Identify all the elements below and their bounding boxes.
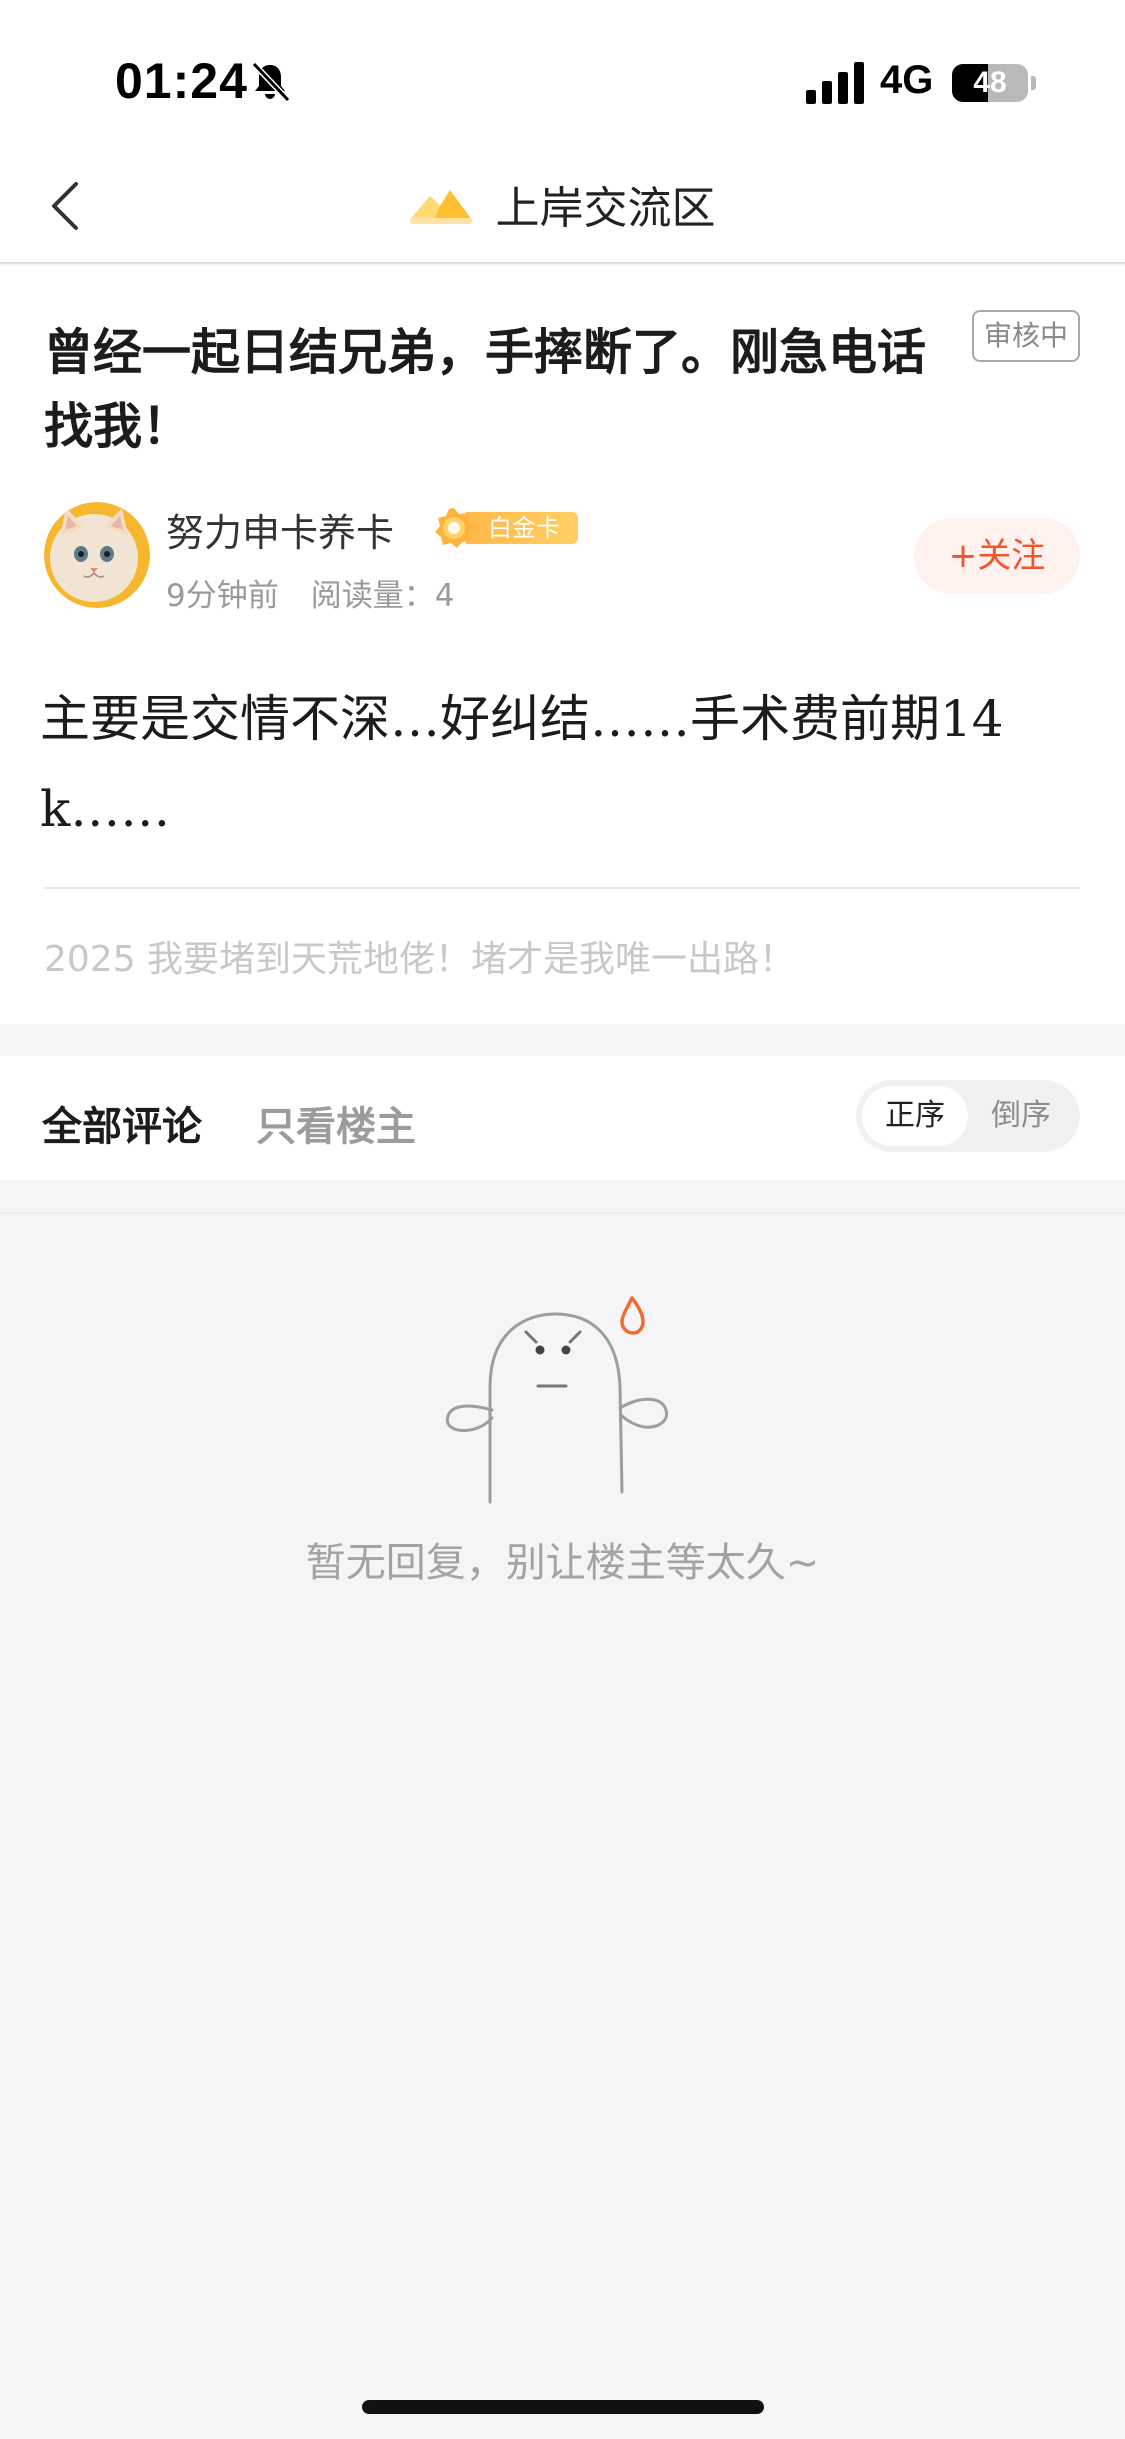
status-bar: 01:24 4G 48: [0, 0, 1125, 150]
member-level-badge: 白金卡: [432, 506, 578, 550]
nav-title-group: 上岸交流区: [0, 174, 1125, 234]
empty-state-text: 暂无回复，别让楼主等太久~: [305, 1540, 820, 1586]
post-body: 主要是交情不深…好纠结……手术费前期14k……: [40, 690, 1004, 838]
author-name[interactable]: 努力申卡养卡: [166, 502, 394, 557]
post-card: 曾经一起日结兄弟，手摔断了。刚急电话找我！ 审核中 努力申卡养卡 白金卡 9分钟…: [0, 266, 1125, 1024]
divider: [0, 1212, 1125, 1214]
network-label: 4G: [880, 58, 934, 102]
empty-comments-state: 暂无回复，别让楼主等太久~: [0, 1212, 1125, 2439]
tab-all-comments[interactable]: 全部评论: [42, 1094, 202, 1152]
ghost-illustration-icon: [445, 1296, 669, 1504]
avatar[interactable]: [44, 502, 150, 608]
medal-icon: [435, 508, 474, 548]
author-signature: 2025 我要堵到天荒地佬！堵才是我唯一出路！: [44, 939, 796, 980]
sort-descending-option[interactable]: 倒序: [968, 1086, 1074, 1146]
status-time: 01:24: [115, 53, 248, 109]
home-indicator[interactable]: [362, 2400, 764, 2414]
battery-cap: [1031, 76, 1036, 90]
bell-muted-icon: [251, 61, 291, 103]
comments-header: 全部评论 只看楼主 正序 倒序: [0, 1056, 1125, 1180]
post-meta: 9分钟前 阅读量：4: [166, 570, 454, 615]
battery-icon: 48: [952, 64, 1028, 102]
sort-ascending-option[interactable]: 正序: [862, 1086, 968, 1146]
sort-toggle: 正序 倒序: [856, 1080, 1080, 1152]
review-status-badge: 审核中: [972, 310, 1080, 362]
cat-avatar-icon: [44, 502, 150, 608]
post-time: 9分钟前: [166, 578, 279, 614]
follow-button[interactable]: +关注: [914, 518, 1080, 594]
page-title: 上岸交流区: [495, 183, 716, 234]
battery-percent: 48: [973, 66, 1007, 99]
nav-header: 上岸交流区: [0, 150, 1125, 264]
post-title: 曾经一起日结兄弟，手摔断了。刚急电话找我！: [44, 324, 927, 455]
tab-only-op[interactable]: 只看楼主: [256, 1094, 416, 1152]
signal-icon: [806, 62, 864, 104]
read-count: 阅读量：4: [310, 578, 455, 614]
divider: [44, 887, 1080, 889]
mountain-logo-icon: [409, 190, 472, 224]
member-level-label: 白金卡: [466, 512, 578, 544]
